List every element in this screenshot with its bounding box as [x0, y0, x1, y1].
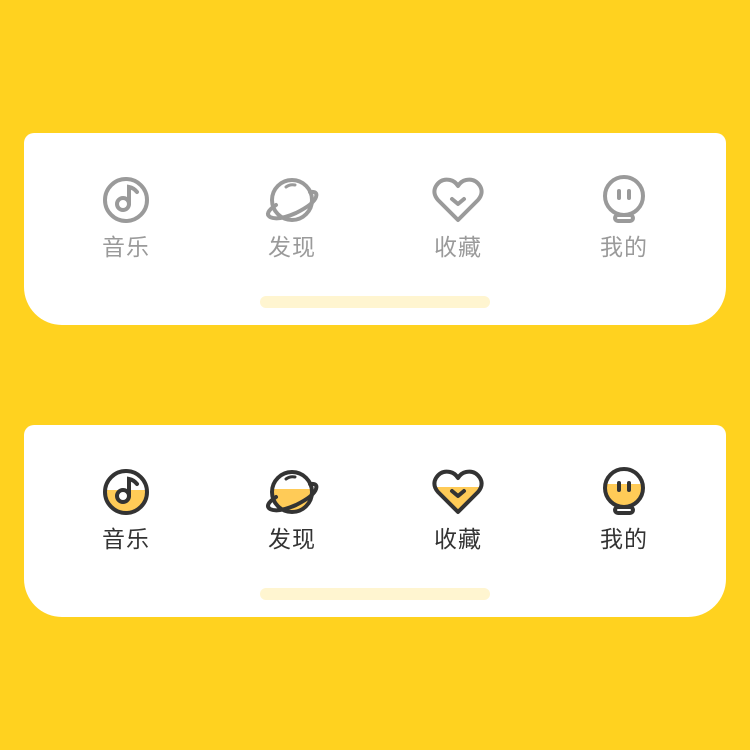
tab-favorites-label: 收藏 — [434, 527, 482, 553]
tab-favorites-label: 收藏 — [434, 235, 482, 261]
tab-music-label: 音乐 — [102, 527, 150, 553]
planet-icon — [262, 173, 322, 227]
tab-discover[interactable]: 发现 — [232, 465, 352, 561]
tab-music[interactable]: 音乐 — [66, 173, 186, 269]
home-indicator — [260, 296, 490, 308]
profile-face-icon — [594, 173, 654, 227]
tab-mine-label: 我的 — [600, 527, 648, 553]
tab-music-label: 音乐 — [102, 235, 150, 261]
tab-music[interactable]: 音乐 — [66, 465, 186, 561]
tab-mine[interactable]: 我的 — [564, 465, 684, 561]
profile-face-icon — [594, 465, 654, 519]
tab-mine[interactable]: 我的 — [564, 173, 684, 269]
tab-favorites[interactable]: 收藏 — [398, 173, 518, 269]
tab-mine-label: 我的 — [600, 235, 648, 261]
tab-discover-label: 发现 — [268, 527, 316, 553]
tab-row: 音乐 发现 收藏 我的 — [24, 173, 726, 269]
tab-bar-inactive: 音乐 发现 收藏 我的 — [24, 133, 726, 325]
home-indicator — [260, 588, 490, 600]
music-disc-icon — [96, 465, 156, 519]
tab-favorites[interactable]: 收藏 — [398, 465, 518, 561]
music-disc-icon — [96, 173, 156, 227]
tab-discover-label: 发现 — [268, 235, 316, 261]
tab-row: 音乐 发现 收藏 我的 — [24, 465, 726, 561]
heart-icon — [428, 173, 488, 227]
tab-discover[interactable]: 发现 — [232, 173, 352, 269]
tab-bar-active: 音乐 发现 收藏 我的 — [24, 425, 726, 617]
heart-icon — [428, 465, 488, 519]
planet-icon — [262, 465, 322, 519]
